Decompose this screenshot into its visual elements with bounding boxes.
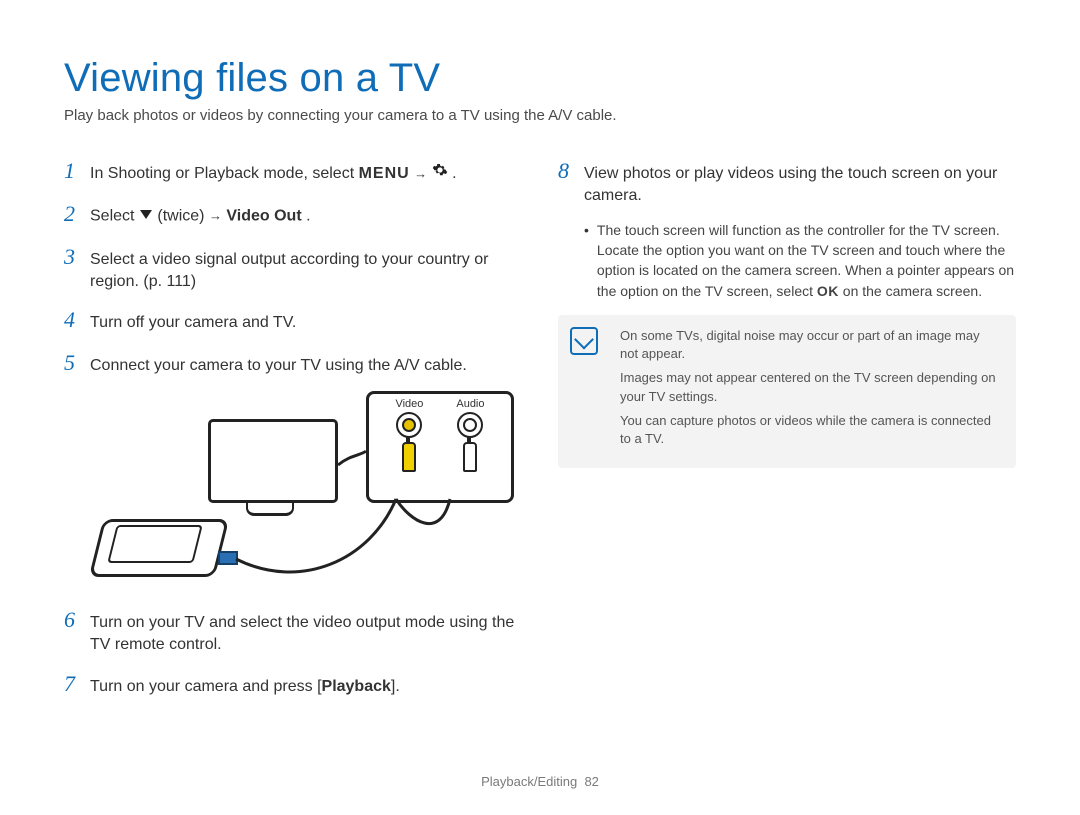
right-column: 8 View photos or play videos using the t… (558, 156, 1016, 712)
step-5: 5 Connect your camera to your TV using t… (64, 348, 522, 379)
step-text: Turn on your camera and press [ (90, 678, 322, 695)
arrow-icon: → (414, 165, 427, 183)
audio-port: Audio (456, 398, 484, 500)
step-8: 8 View photos or play videos using the t… (558, 156, 1016, 208)
step-text: Select (90, 208, 139, 225)
step-number: 8 (558, 156, 574, 187)
video-out-label: Video Out (226, 208, 301, 225)
page-footer: Playback/Editing 82 (0, 774, 1080, 789)
note-text: On some TVs, digital noise may occur or … (620, 327, 1000, 363)
step-text-end: ]. (391, 678, 400, 695)
step-text-end: . (306, 208, 310, 225)
note-text: You can capture photos or videos while t… (620, 412, 1000, 448)
connection-diagram: Video Audio (90, 391, 520, 591)
av-panel: Video Audio (366, 391, 514, 503)
step-number: 3 (64, 242, 80, 273)
footer-page-number: 82 (584, 774, 598, 789)
step-number: 4 (64, 305, 80, 336)
note-text: Images may not appear centered on the TV… (620, 369, 1000, 405)
step-number: 6 (64, 605, 80, 636)
tv-illustration (208, 419, 338, 515)
bullet-text-end: on the camera screen. (843, 283, 982, 299)
step-6: 6 Turn on your TV and select the video o… (64, 605, 522, 657)
gear-icon (432, 162, 448, 185)
note-icon (570, 327, 598, 355)
step-text: Select a video signal output according t… (90, 249, 522, 294)
note-box: On some TVs, digital noise may occur or … (558, 315, 1016, 468)
left-column: 1 In Shooting or Playback mode, select M… (64, 156, 522, 712)
step-number: 7 (64, 669, 80, 700)
step-text: Turn off your camera and TV. (90, 312, 296, 334)
step-text-mid: (twice) (157, 208, 209, 225)
playback-label: Playback (322, 678, 391, 695)
step-text: In Shooting or Playback mode, select (90, 165, 359, 182)
step-text: View photos or play videos using the tou… (584, 163, 1016, 208)
audio-port-label: Audio (456, 398, 484, 410)
step-number: 5 (64, 348, 80, 379)
bullet-icon (584, 220, 589, 301)
step-4: 4 Turn off your camera and TV. (64, 305, 522, 336)
video-port-label: Video (395, 398, 423, 410)
camera-illustration (90, 511, 230, 587)
step-3: 3 Select a video signal output according… (64, 242, 522, 294)
down-icon (139, 205, 153, 227)
arrow-icon: → (209, 207, 222, 225)
video-port: Video (395, 398, 423, 500)
step-text-end: . (452, 165, 456, 182)
step-number: 2 (64, 199, 80, 230)
page-title: Viewing files on a TV (64, 56, 1016, 101)
page-intro: Play back photos or videos by connecting… (64, 107, 1016, 124)
step-1: 1 In Shooting or Playback mode, select M… (64, 156, 522, 187)
step-8-details: The touch screen will function as the co… (584, 220, 1016, 301)
menu-icon: MENU (359, 165, 410, 182)
step-text: Turn on your TV and select the video out… (90, 612, 522, 657)
footer-section: Playback/Editing (481, 774, 577, 789)
step-text: Connect your camera to your TV using the… (90, 355, 467, 377)
step-number: 1 (64, 156, 80, 187)
step-7: 7 Turn on your camera and press [Playbac… (64, 669, 522, 700)
step-2: 2 Select (twice) → Video Out . (64, 199, 522, 230)
ok-icon: OK (817, 283, 839, 299)
